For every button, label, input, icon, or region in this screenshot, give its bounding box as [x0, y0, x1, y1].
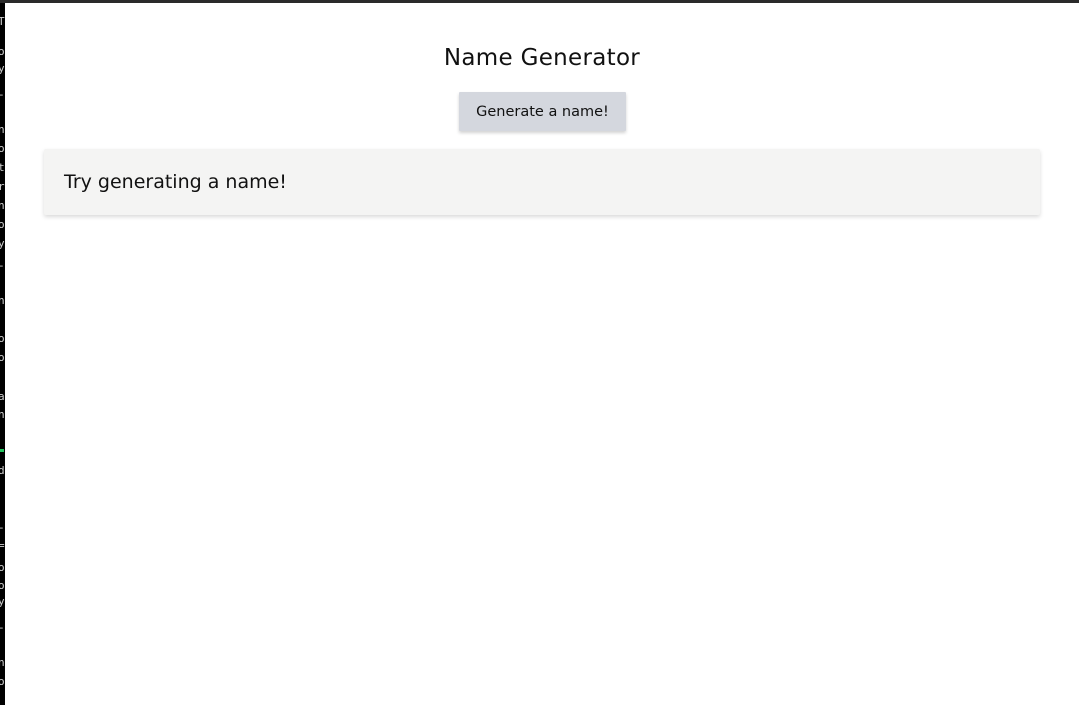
app-window: Name Generator Generate a name! Try gene… [5, 3, 1079, 705]
page-title: Name Generator [443, 45, 641, 71]
terminal-cursor-highlight [0, 449, 4, 452]
screen: T o y - n o t r n o y - n o o a n d - = … [0, 0, 1079, 705]
generated-name-text: Try generating a name! [64, 171, 287, 193]
result-card: Try generating a name! [44, 149, 1040, 215]
generate-name-button[interactable]: Generate a name! [459, 92, 626, 131]
